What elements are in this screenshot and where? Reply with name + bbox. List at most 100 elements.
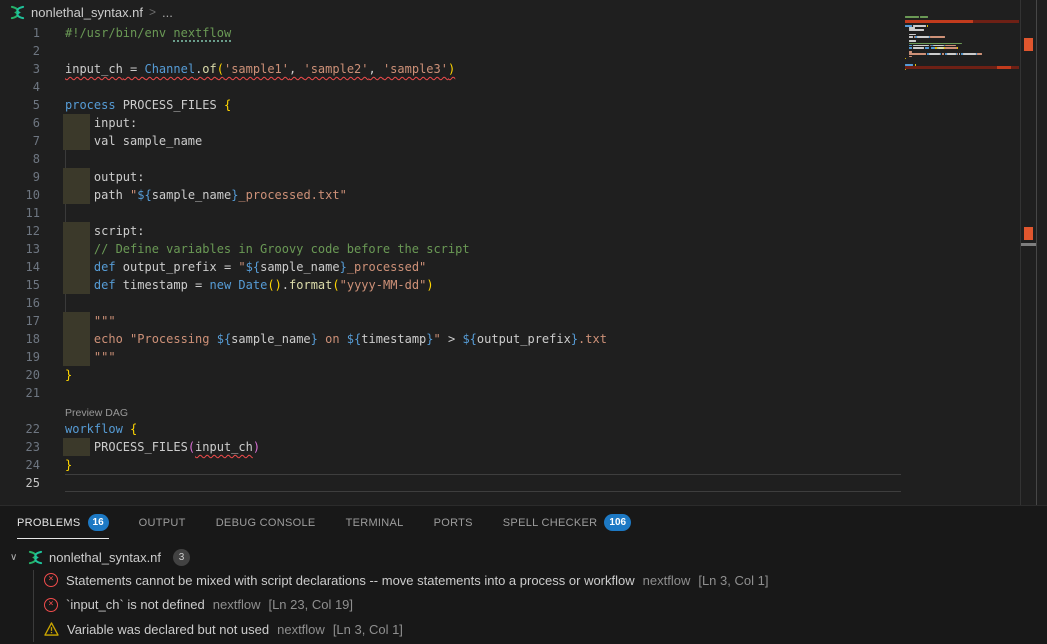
nextflow-file-icon: [10, 5, 25, 20]
problem-row[interactable]: Variable was declared but not usednextfl…: [0, 617, 1047, 642]
overview-ruler-error-marker: [1024, 227, 1033, 240]
line-number[interactable]: 21: [0, 384, 40, 402]
problem-source: nextflow: [643, 573, 691, 588]
indent-highlight-block: [63, 132, 90, 150]
breadcrumb-filename[interactable]: nonlethal_syntax.nf: [31, 5, 143, 20]
line-number[interactable]: 10: [0, 186, 40, 204]
code-line-14[interactable]: 14def output_prefix = "${sample_name}_pr…: [0, 258, 1047, 276]
indent-highlight-block: [63, 348, 90, 366]
indent-highlight-block: [63, 258, 90, 276]
line-number[interactable]: 16: [0, 294, 40, 312]
line-number[interactable]: 9: [0, 168, 40, 186]
tree-indent-guide: [33, 570, 34, 642]
code-line-16[interactable]: 16: [0, 294, 1047, 312]
indent-highlight-block: [63, 438, 90, 456]
line-number[interactable]: 4: [0, 78, 40, 96]
line-number[interactable]: 25: [0, 474, 40, 492]
problem-row[interactable]: ×`input_ch` is not definednextflow[Ln 23…: [0, 593, 1047, 618]
code-line-5[interactable]: 5process PROCESS_FILES {: [0, 96, 1047, 114]
panel-tab-debug-console[interactable]: DEBUG CONSOLE: [216, 509, 316, 537]
line-number[interactable]: 14: [0, 258, 40, 276]
code-line-23[interactable]: 23PROCESS_FILES(input_ch): [0, 438, 1047, 456]
line-number[interactable]: 13: [0, 240, 40, 258]
line-number[interactable]: 23: [0, 438, 40, 456]
problem-source: nextflow: [213, 597, 261, 612]
line-number[interactable]: 18: [0, 330, 40, 348]
line-number[interactable]: 8: [0, 150, 40, 168]
code-line-10[interactable]: 10path "${sample_name}_processed.txt": [0, 186, 1047, 204]
code-line-1[interactable]: 1#!/usr/bin/env nextflow: [0, 24, 1047, 42]
line-number[interactable]: 15: [0, 276, 40, 294]
panel-tab-ports[interactable]: PORTS: [434, 509, 473, 537]
scrollbar-border: [1036, 0, 1037, 505]
panel-tab-problems[interactable]: PROBLEMS16: [17, 506, 109, 539]
code-line-21[interactable]: 21: [0, 384, 1047, 402]
code-line-13[interactable]: 13// Define variables in Groovy code bef…: [0, 240, 1047, 258]
code-line-25[interactable]: 25: [0, 474, 1047, 492]
code-line-20[interactable]: 20}: [0, 366, 1047, 384]
problem-message: Statements cannot be mixed with script d…: [66, 573, 635, 588]
panel-tab-spell-checker[interactable]: SPELL CHECKER106: [503, 506, 631, 539]
indent-highlight-block: [63, 222, 90, 240]
code-line-12[interactable]: 12script:: [0, 222, 1047, 240]
code-line-17[interactable]: 17""": [0, 312, 1047, 330]
warning-icon: [44, 622, 59, 636]
minimap-line: [905, 71, 1019, 73]
bottom-panel: PROBLEMS16 OUTPUT DEBUG CONSOLE TERMINAL POR…: [0, 505, 1047, 644]
code-line-8[interactable]: 8: [0, 150, 1047, 168]
line-number[interactable]: 20: [0, 366, 40, 384]
panel-tab-terminal[interactable]: TERMINAL: [346, 509, 404, 537]
panel-tab-bar: PROBLEMS16 OUTPUT DEBUG CONSOLE TERMINAL POR…: [0, 506, 1047, 539]
code-line-3[interactable]: 3input_ch = Channel.of('sample1', 'sampl…: [0, 60, 1047, 78]
scrollbar-slider-edge[interactable]: [1021, 243, 1036, 246]
line-number[interactable]: 7: [0, 132, 40, 150]
code-line-18[interactable]: 18echo "Processing ${sample_name} on ${t…: [0, 330, 1047, 348]
line-number[interactable]: 19: [0, 348, 40, 366]
chevron-down-icon[interactable]: ∨: [10, 552, 22, 563]
line-number[interactable]: 12: [0, 222, 40, 240]
code-editor[interactable]: 1#!/usr/bin/env nextflow23input_ch = Cha…: [0, 24, 1047, 505]
line-number[interactable]: 6: [0, 114, 40, 132]
overview-ruler-error-marker: [1024, 38, 1033, 51]
problem-position: [Ln 3, Col 1]: [698, 573, 768, 588]
minimap[interactable]: [905, 16, 1019, 73]
problems-file-row[interactable]: ∨ nonlethal_syntax.nf 3: [0, 546, 1047, 568]
code-line-9[interactable]: 9output:: [0, 168, 1047, 186]
current-line-highlight: [65, 474, 901, 492]
problems-tree: ∨ nonlethal_syntax.nf 3 ×Statements cann…: [0, 539, 1047, 642]
problem-position: [Ln 3, Col 1]: [333, 622, 403, 637]
line-number[interactable]: 1: [0, 24, 40, 42]
problem-row[interactable]: ×Statements cannot be mixed with script …: [0, 568, 1047, 593]
code-line-19[interactable]: 19""": [0, 348, 1047, 366]
line-number[interactable]: 17: [0, 312, 40, 330]
line-number[interactable]: 3: [0, 60, 40, 78]
minimap-line: [905, 60, 1019, 62]
indent-highlight-block: [63, 186, 90, 204]
code-line-6[interactable]: 6input:: [0, 114, 1047, 132]
indent-highlight-block: [63, 240, 90, 258]
breadcrumb[interactable]: nonlethal_syntax.nf > ...: [0, 0, 1047, 24]
line-number[interactable]: 24: [0, 456, 40, 474]
code-line-2[interactable]: 2: [0, 42, 1047, 60]
line-number[interactable]: 11: [0, 204, 40, 222]
indent-guide: [65, 294, 66, 312]
indent-guide: [65, 150, 66, 168]
indent-highlight-block: [63, 312, 90, 330]
code-line-22[interactable]: 22workflow {: [0, 420, 1047, 438]
code-line-15[interactable]: 15def timestamp = new Date().format("yyy…: [0, 276, 1047, 294]
vscode-window: nonlethal_syntax.nf > ... 1#!/usr/bin/en…: [0, 0, 1047, 644]
error-icon: ×: [44, 598, 58, 612]
minimap-border: [1020, 0, 1021, 505]
code-line-4[interactable]: 4: [0, 78, 1047, 96]
code-line-11[interactable]: 11: [0, 204, 1047, 222]
code-line-24[interactable]: 24}: [0, 456, 1047, 474]
indent-highlight-block: [63, 168, 90, 186]
line-number[interactable]: 22: [0, 420, 40, 438]
line-number[interactable]: 2: [0, 42, 40, 60]
problem-message: Variable was declared but not used: [67, 622, 269, 637]
line-number[interactable]: 5: [0, 96, 40, 114]
code-line-7[interactable]: 7val sample_name: [0, 132, 1047, 150]
breadcrumb-more[interactable]: ...: [162, 5, 173, 20]
panel-tab-output[interactable]: OUTPUT: [139, 509, 186, 537]
problems-filename: nonlethal_syntax.nf: [49, 550, 161, 565]
